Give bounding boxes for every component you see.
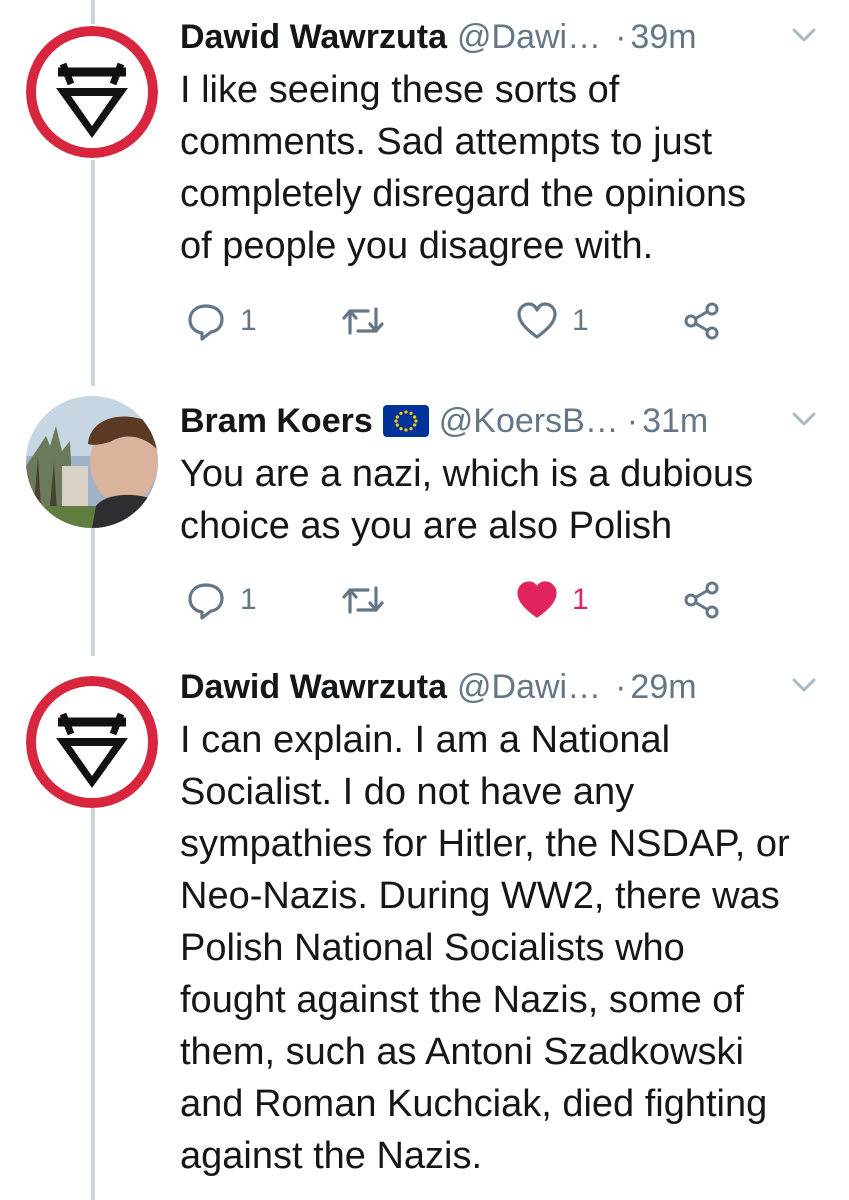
- tweet-text-line: Socialist. I do not have any: [180, 771, 635, 813]
- tweet-text-line: of people you disagree with.: [180, 225, 654, 267]
- chevron-down-icon[interactable]: [790, 674, 818, 696]
- red-circle-slashed-triangle-logo-icon: [26, 26, 158, 158]
- separator-dot: ·: [626, 401, 639, 440]
- tweet-text-line: Neo-Nazis. During WW2, there was: [180, 875, 780, 917]
- eu-flag-icon: [382, 405, 429, 437]
- tweet-text-line: them, such as Antoni Szadkowski: [180, 1031, 744, 1073]
- timestamp[interactable]: 29m: [630, 668, 696, 707]
- like-count: 1: [572, 304, 589, 337]
- username[interactable]: @KoersB…: [439, 402, 619, 441]
- display-name[interactable]: Dawid Wawrzuta: [180, 18, 447, 57]
- retweet-button[interactable]: [340, 578, 400, 622]
- reply-icon: [188, 304, 224, 341]
- retweet-button[interactable]: [340, 299, 400, 343]
- tweet-text-line: completely disregard the opinions: [180, 173, 747, 215]
- chevron-down-icon[interactable]: [790, 24, 818, 46]
- tweet-2[interactable]: Bram Koers @KoersB… · 31m You are a nazi…: [0, 396, 849, 626]
- tweet-header: Dawid Wawrzuta @Dawi… · 29m: [180, 662, 697, 712]
- tweet-1[interactable]: Dawid Wawrzuta @Dawi… · 39m I like seein…: [0, 12, 849, 342]
- reply-icon: [188, 583, 224, 620]
- tweet-text-line: comments. Sad attempts to just: [180, 121, 713, 163]
- like-count: 1: [572, 583, 589, 616]
- share-button[interactable]: [682, 299, 722, 343]
- tweet-header: Dawid Wawrzuta @Dawi… · 39m: [180, 12, 697, 62]
- share-icon: [684, 581, 719, 619]
- avatar[interactable]: [26, 396, 158, 528]
- avatar[interactable]: [26, 26, 158, 158]
- username[interactable]: @Dawi…: [457, 668, 601, 707]
- tweet-text: I like seeing these sorts of comments. S…: [180, 64, 820, 272]
- tweet-text-line: You are a nazi, which is a dubious: [180, 453, 754, 495]
- timestamp[interactable]: 31m: [642, 402, 708, 441]
- retweet-icon: [342, 307, 384, 335]
- tweet-actions: 1 1: [180, 299, 740, 343]
- display-name[interactable]: Dawid Wawrzuta: [180, 668, 447, 707]
- tweet-text-line: Polish National Socialists who: [180, 927, 685, 969]
- tweet-actions: 1 1: [180, 578, 740, 622]
- tweet-text-line: I can explain. I am a National: [180, 719, 671, 761]
- tweet-text-line: against the Nazis.: [180, 1135, 483, 1177]
- display-name[interactable]: Bram Koers: [180, 402, 373, 441]
- avatar[interactable]: [26, 676, 158, 808]
- profile-photo-icon: [26, 396, 158, 528]
- tweet-3[interactable]: Dawid Wawrzuta @Dawi… · 29m I can explai…: [0, 662, 849, 1200]
- reply-count: 1: [240, 583, 257, 616]
- tweet-text-line: choice as you are also Polish: [180, 505, 673, 547]
- timestamp[interactable]: 39m: [630, 18, 696, 57]
- tweet-text-line: fought against the Nazis, some of: [180, 979, 744, 1021]
- tweet-text: I can explain. I am a National Socialist…: [180, 714, 820, 1182]
- tweet-text-line: and Roman Kuchciak, died fighting: [180, 1083, 768, 1125]
- reply-button[interactable]: 1: [186, 299, 257, 343]
- username[interactable]: @Dawi…: [457, 18, 601, 57]
- retweet-icon: [342, 586, 384, 614]
- tweet-header: Bram Koers @KoersB… · 31m: [180, 396, 708, 446]
- tweet-text-line: sympathies for Hitler, the NSDAP, or: [180, 823, 790, 865]
- reply-button[interactable]: 1: [186, 578, 257, 622]
- like-button[interactable]: 1: [516, 578, 589, 622]
- chevron-down-icon[interactable]: [790, 408, 818, 430]
- tweet-text: You are a nazi, which is a dubious choic…: [180, 448, 820, 552]
- share-button[interactable]: [682, 578, 722, 622]
- share-icon: [684, 302, 719, 340]
- reply-count: 1: [240, 304, 257, 337]
- separator-dot: ·: [615, 17, 627, 56]
- separator-dot: ·: [615, 667, 627, 706]
- like-button[interactable]: 1: [516, 299, 589, 343]
- heart-filled-icon: [517, 581, 557, 618]
- red-circle-slashed-triangle-logo-icon: [26, 676, 158, 808]
- tweet-text-line: I like seeing these sorts of: [180, 69, 620, 111]
- heart-icon: [517, 302, 557, 339]
